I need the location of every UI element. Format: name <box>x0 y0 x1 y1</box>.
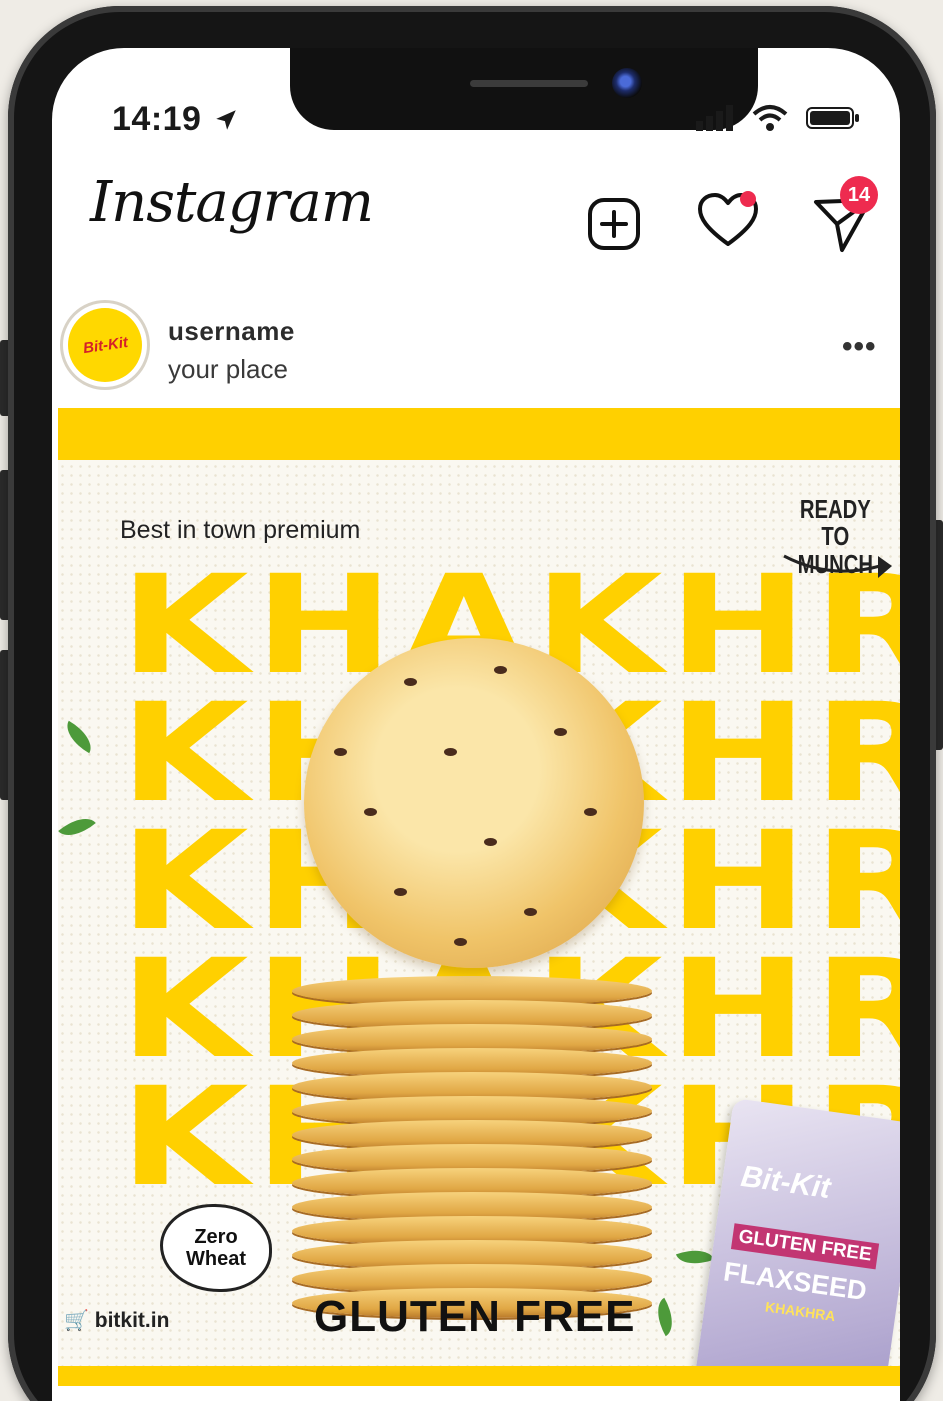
leaf-icon <box>59 720 99 754</box>
notch <box>290 48 758 130</box>
flaxseed <box>524 908 537 916</box>
flaxseed <box>444 748 457 756</box>
featured-khakhra <box>304 638 644 968</box>
flaxseed <box>584 808 597 816</box>
ready-line-1: READY TO <box>799 494 871 552</box>
bottom-yellow-band <box>58 1366 900 1386</box>
instagram-logo[interactable]: Instagram <box>90 170 374 235</box>
phone-frame: 14:19 Instagram 14 Bit-Kit username your… <box>8 6 936 1401</box>
leaf-icon <box>648 1297 682 1337</box>
post-location[interactable]: your place <box>168 354 288 385</box>
website-label: 🛒 bitkit.in <box>64 1308 169 1333</box>
flaxseed <box>494 666 507 674</box>
wifi-icon <box>752 105 788 131</box>
leaf-icon <box>58 809 96 845</box>
post-username[interactable]: username <box>168 316 295 347</box>
front-camera <box>612 68 642 98</box>
earpiece-speaker <box>470 80 588 87</box>
plus-square-icon[interactable] <box>586 196 642 252</box>
website-text: bitkit.in <box>94 1309 170 1332</box>
flaxseed <box>454 938 467 946</box>
zero-wheat-line-1: Zero <box>194 1226 238 1248</box>
bag-brand: Bit-Kit <box>738 1159 833 1206</box>
phone-screen: 14:19 Instagram 14 Bit-Kit username your… <box>52 48 900 1401</box>
cart-icon: 🛒 <box>64 1310 89 1332</box>
flaxseed <box>554 728 567 736</box>
zero-wheat-line-2: Wheat <box>186 1248 246 1270</box>
bag-type: KHAKHRA <box>764 1298 837 1325</box>
battery-icon <box>806 107 859 129</box>
heart-icon[interactable] <box>696 190 760 252</box>
leaf-icon <box>675 1242 715 1272</box>
status-time-text: 14:19 <box>112 100 202 138</box>
flaxseed <box>364 808 377 816</box>
top-yellow-band <box>58 408 900 460</box>
avatar-brand-text: Bit-Kit <box>81 333 129 357</box>
post-avatar[interactable]: Bit-Kit <box>60 300 150 390</box>
flaxseed <box>394 888 407 896</box>
flaxseed <box>334 748 347 756</box>
post-image[interactable]: KHAKHRA KHAKHRA KHAKHRA KHAKHRA KHAKHRA … <box>58 408 900 1386</box>
flaxseed <box>404 678 417 686</box>
status-bar-icons <box>694 104 860 132</box>
location-arrow-icon <box>216 110 237 130</box>
zero-wheat-badge: Zero Wheat <box>160 1204 272 1292</box>
more-horizontal-icon[interactable]: ••• <box>842 330 877 364</box>
avatar-logo: Bit-Kit <box>68 308 142 382</box>
swoosh-arrow-icon <box>783 554 892 578</box>
messages-badge: 14 <box>840 176 878 214</box>
post-tagline: Best in town premium <box>120 516 361 544</box>
cellular-signal-icon <box>696 105 733 131</box>
flaxseed <box>484 838 497 846</box>
gluten-free-label: GLUTEN FREE <box>314 1292 636 1341</box>
status-bar-time: 14:19 <box>112 100 239 139</box>
